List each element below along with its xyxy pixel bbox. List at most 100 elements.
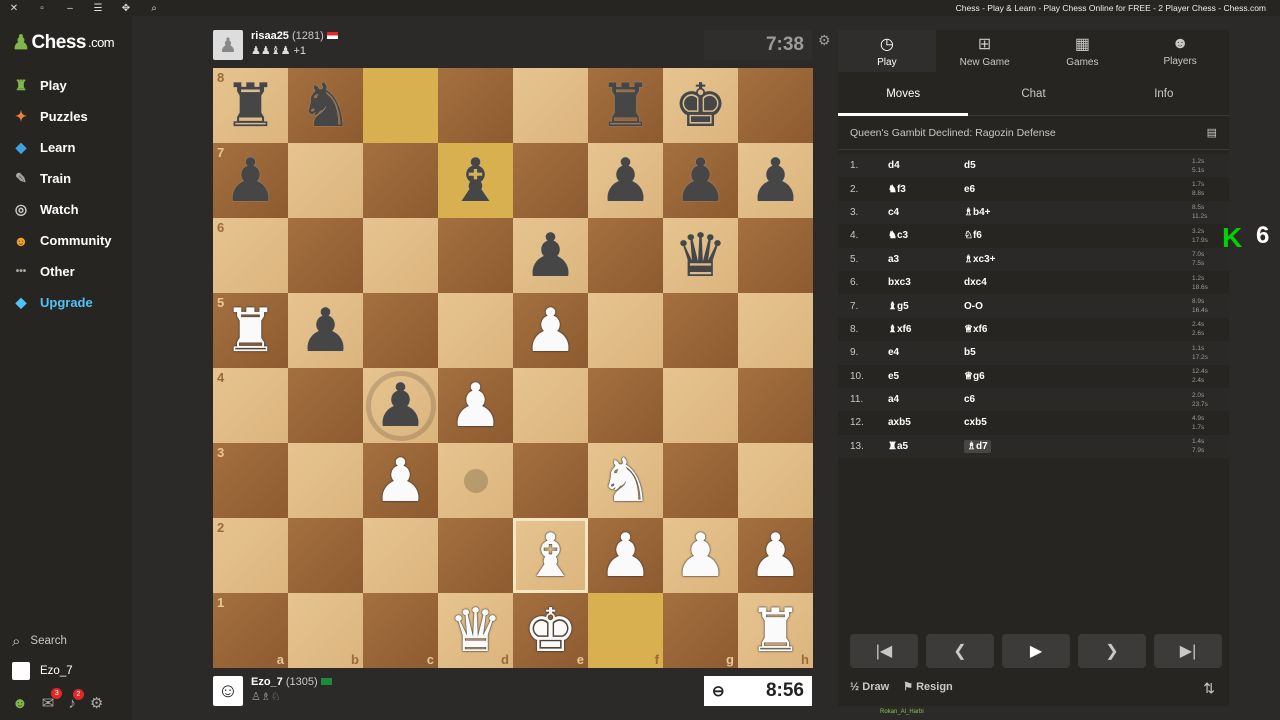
- square-b6[interactable]: [288, 218, 363, 293]
- square-e3[interactable]: [513, 443, 588, 518]
- white-bishop-icon[interactable]: ♝: [524, 526, 578, 586]
- square-d2[interactable]: [438, 518, 513, 593]
- square-f7[interactable]: ♟: [588, 143, 663, 218]
- opponent-name[interactable]: risaa25: [251, 30, 289, 42]
- square-a3[interactable]: 3: [213, 443, 288, 518]
- friends-icon[interactable]: ☻: [12, 695, 28, 712]
- white-move[interactable]: c4: [888, 207, 964, 218]
- black-move[interactable]: ♕g6: [964, 371, 985, 382]
- square-a7[interactable]: 7 ♟: [213, 143, 288, 218]
- black-move[interactable]: ♗d7: [964, 439, 991, 453]
- white-pawn-icon[interactable]: ♟: [449, 376, 503, 436]
- black-move[interactable]: dxc4: [964, 277, 987, 288]
- square-c8[interactable]: [363, 68, 438, 143]
- white-move[interactable]: a3: [888, 254, 964, 265]
- square-f8[interactable]: ♜: [588, 68, 663, 143]
- nav-item-other[interactable]: ••• Other: [0, 256, 132, 287]
- draw-button[interactable]: ½ Draw: [850, 681, 889, 693]
- settings-icon[interactable]: ⚙: [90, 694, 103, 712]
- profile-nav[interactable]: Ezo_7: [0, 656, 132, 686]
- white-rook-icon[interactable]: ♜: [749, 601, 803, 661]
- last-move-button[interactable]: ▶|: [1154, 634, 1222, 668]
- square-e6[interactable]: ♟: [513, 218, 588, 293]
- minimize-icon[interactable]: –: [56, 0, 84, 16]
- square-e8[interactable]: [513, 68, 588, 143]
- black-pawn-icon[interactable]: ♟: [749, 151, 803, 211]
- black-move[interactable]: ♘f6: [964, 230, 982, 241]
- tab-players[interactable]: ☻ Players: [1131, 30, 1229, 72]
- bell-icon[interactable]: ♪ 2: [68, 688, 84, 712]
- black-pawn-icon[interactable]: ♟: [599, 151, 653, 211]
- white-queen-icon[interactable]: ♛: [449, 601, 503, 661]
- tab-new-game[interactable]: ⊞ New Game: [936, 30, 1034, 72]
- square-f1[interactable]: f: [588, 593, 663, 668]
- square-d4[interactable]: ♟: [438, 368, 513, 443]
- square-h4[interactable]: [738, 368, 813, 443]
- square-f4[interactable]: [588, 368, 663, 443]
- book-icon[interactable]: ▤: [1207, 126, 1217, 139]
- black-move[interactable]: e6: [964, 184, 975, 195]
- black-rook-icon[interactable]: ♜: [599, 76, 653, 136]
- square-a5[interactable]: 5 ♜: [213, 293, 288, 368]
- square-h8[interactable]: [738, 68, 813, 143]
- black-move[interactable]: d5: [964, 160, 976, 171]
- white-move[interactable]: axb5: [888, 417, 964, 428]
- square-f6[interactable]: [588, 218, 663, 293]
- square-a2[interactable]: 2: [213, 518, 288, 593]
- black-pawn-icon[interactable]: ♟: [674, 151, 728, 211]
- white-pawn-icon[interactable]: ♟: [374, 451, 428, 511]
- square-h7[interactable]: ♟: [738, 143, 813, 218]
- square-b1[interactable]: b: [288, 593, 363, 668]
- chess-logo[interactable]: ♟ Chess .com: [12, 30, 115, 55]
- square-e7[interactable]: [513, 143, 588, 218]
- white-pawn-icon[interactable]: ♟: [674, 526, 728, 586]
- opening-name[interactable]: Queen's Gambit Declined: Ragozin Defense: [850, 127, 1056, 139]
- white-king-icon[interactable]: ♚: [524, 601, 578, 661]
- square-h3[interactable]: [738, 443, 813, 518]
- square-h6[interactable]: [738, 218, 813, 293]
- white-move[interactable]: ♝xf6: [888, 324, 964, 335]
- square-b5[interactable]: ♟: [288, 293, 363, 368]
- nav-item-play[interactable]: ♜ Play: [0, 70, 132, 101]
- subtab-moves[interactable]: Moves: [838, 72, 969, 116]
- square-g1[interactable]: g: [663, 593, 738, 668]
- square-f3[interactable]: ♞: [588, 443, 663, 518]
- search-icon[interactable]: ⌕: [140, 0, 168, 16]
- subtab-chat[interactable]: Chat: [968, 72, 1098, 116]
- black-pawn-icon[interactable]: ♟: [299, 301, 353, 361]
- square-a4[interactable]: 4: [213, 368, 288, 443]
- white-pawn-icon[interactable]: ♟: [599, 526, 653, 586]
- tab-games[interactable]: ▦ Games: [1034, 30, 1132, 72]
- black-move[interactable]: c6: [964, 394, 975, 405]
- flip-board-icon[interactable]: ⇅: [1203, 680, 1215, 697]
- square-b4[interactable]: [288, 368, 363, 443]
- square-g8[interactable]: ♚: [663, 68, 738, 143]
- white-move[interactable]: e5: [888, 371, 964, 382]
- square-b2[interactable]: [288, 518, 363, 593]
- previous-move-button[interactable]: ❮: [926, 634, 994, 668]
- nav-item-upgrade[interactable]: ◆ Upgrade: [0, 287, 132, 318]
- opponent-avatar[interactable]: ♟: [213, 30, 243, 60]
- tab-play[interactable]: ◷ Play: [838, 30, 936, 72]
- black-move[interactable]: O-O: [964, 301, 983, 312]
- white-move[interactable]: e4: [888, 347, 964, 358]
- square-d8[interactable]: [438, 68, 513, 143]
- search-nav[interactable]: ⌕ Search: [0, 626, 132, 656]
- white-pawn-icon[interactable]: ♟: [749, 526, 803, 586]
- black-king-icon[interactable]: ♚: [674, 76, 728, 136]
- white-move[interactable]: ♜a5: [888, 441, 964, 452]
- square-a1[interactable]: 1a: [213, 593, 288, 668]
- black-knight-icon[interactable]: ♞: [299, 76, 353, 136]
- restore-icon[interactable]: ▫: [28, 0, 56, 16]
- next-move-button[interactable]: ❯: [1078, 634, 1146, 668]
- settings-gear-icon[interactable]: ⚙: [818, 32, 831, 49]
- square-d3[interactable]: [438, 443, 513, 518]
- square-b3[interactable]: [288, 443, 363, 518]
- white-move[interactable]: bxc3: [888, 277, 964, 288]
- play-button[interactable]: ▶: [1002, 634, 1070, 668]
- nav-item-puzzles[interactable]: ✦ Puzzles: [0, 101, 132, 132]
- square-h5[interactable]: [738, 293, 813, 368]
- square-b8[interactable]: ♞: [288, 68, 363, 143]
- black-queen-icon[interactable]: ♛: [674, 226, 728, 286]
- black-pawn-icon[interactable]: ♟: [224, 151, 278, 211]
